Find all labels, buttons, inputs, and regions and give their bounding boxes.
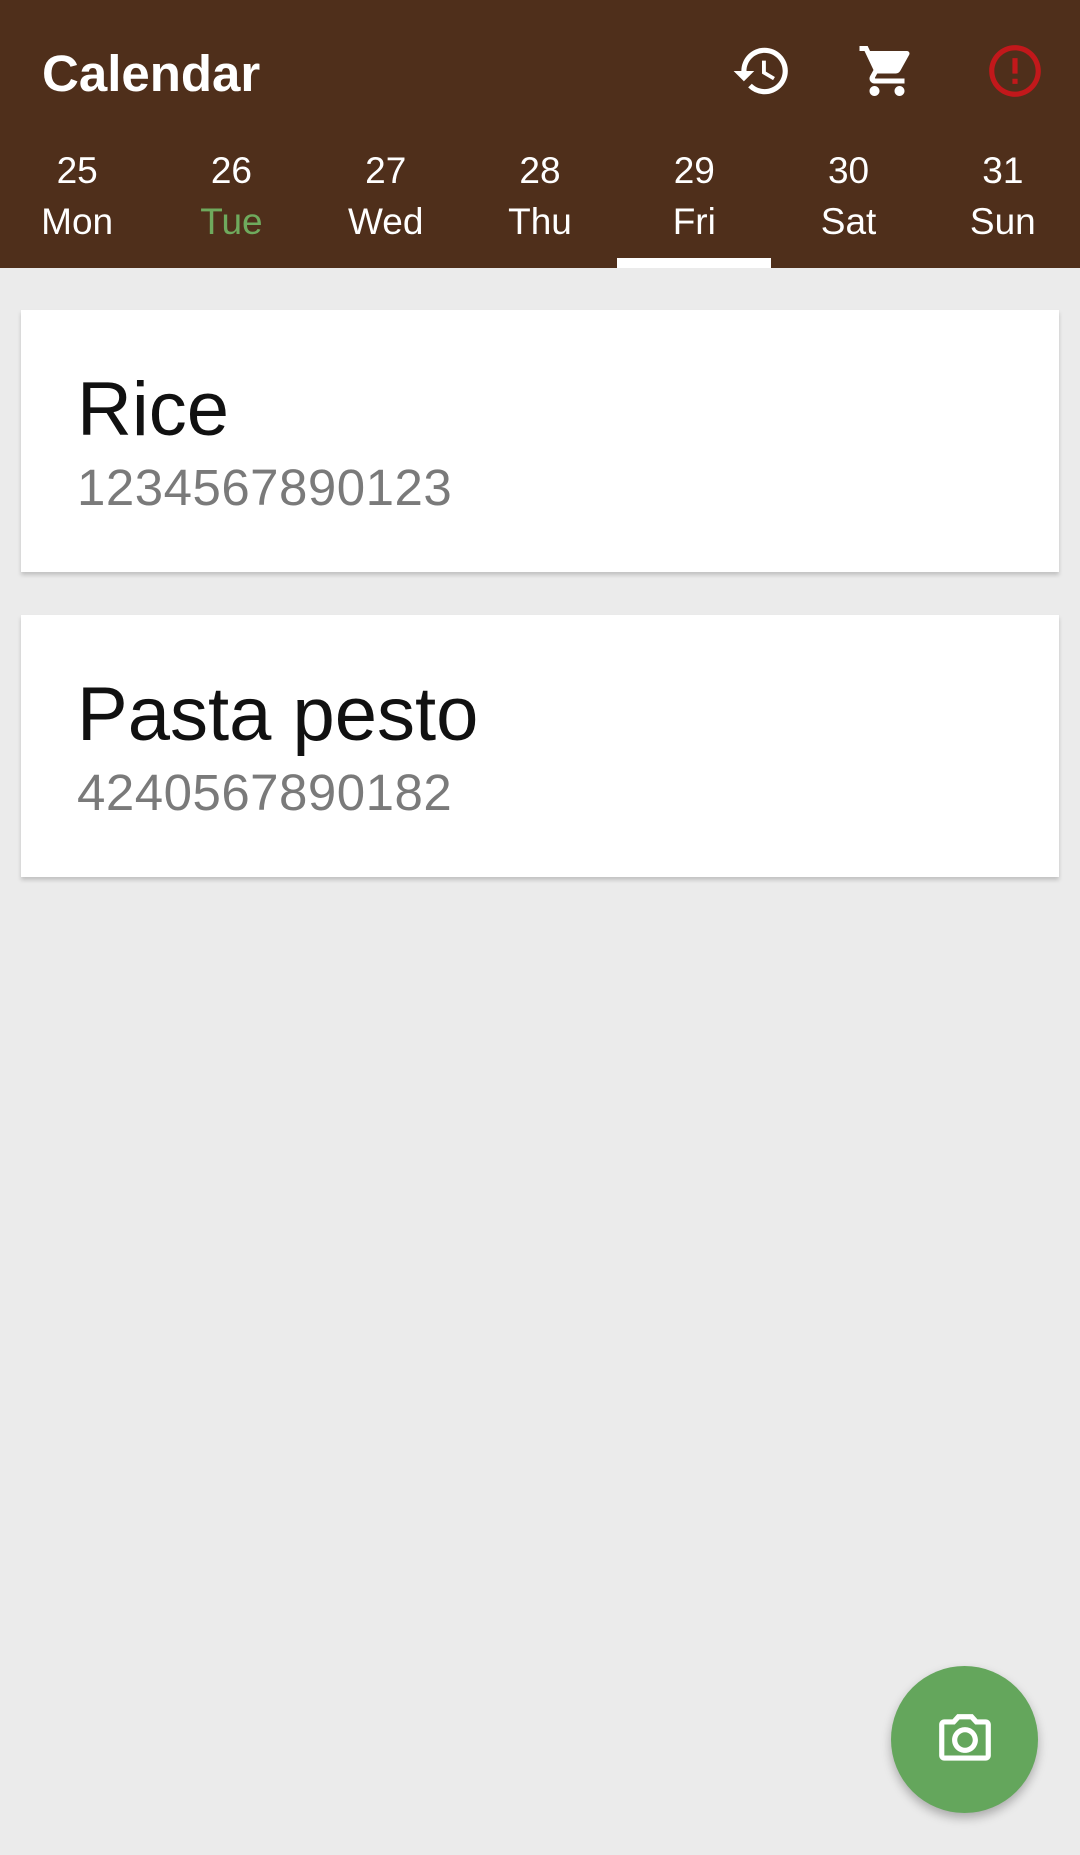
tab-weekday: Fri <box>672 201 716 242</box>
list-item[interactable]: Rice 1234567890123 <box>21 310 1059 572</box>
tab-day-25[interactable]: 25 Mon <box>0 140 154 268</box>
history-button[interactable] <box>726 38 798 104</box>
page-title: Calendar <box>42 45 261 102</box>
camera-icon <box>938 1713 991 1761</box>
shopping-cart-button[interactable] <box>851 38 923 104</box>
tab-weekday: Tue <box>200 201 263 242</box>
tab-day-28[interactable]: 28 Thu <box>463 140 617 268</box>
tab-date: 27 <box>365 150 407 191</box>
item-barcode: 4240567890182 <box>77 764 453 821</box>
item-name: Pasta pesto <box>77 672 479 757</box>
tab-day-30[interactable]: 30 Sat <box>771 140 925 268</box>
tab-selected-indicator <box>617 258 772 268</box>
tab-date: 29 <box>673 150 715 191</box>
tab-weekday: Mon <box>41 201 114 242</box>
item-name: Rice <box>77 367 230 452</box>
day-tabs: 25 Mon 26 Tue 27 Wed 28 Thu 29 Fri 30 Sa… <box>0 140 1080 268</box>
tab-day-26[interactable]: 26 Tue <box>154 140 308 268</box>
tab-weekday: Wed <box>347 201 424 242</box>
tab-weekday: Sat <box>820 201 877 242</box>
error-alert-icon <box>989 45 1041 97</box>
tab-date: 30 <box>827 150 870 191</box>
app-screen: Calendar 25 Mon 26 Tue 27 Wed 28 Thu 29 … <box>0 0 1080 1855</box>
shopping-cart-icon <box>859 46 910 96</box>
history-icon <box>733 47 788 95</box>
list-item[interactable]: Pasta pesto 4240567890182 <box>21 615 1059 877</box>
tab-date: 31 <box>982 150 1024 191</box>
tab-day-29[interactable]: 29 Fri <box>617 140 772 268</box>
app-bar: Calendar 25 Mon 26 Tue 27 Wed 28 Thu 29 … <box>0 0 1080 268</box>
item-barcode: 1234567890123 <box>77 459 453 516</box>
tab-day-31[interactable]: 31 Sun <box>926 140 1080 268</box>
tab-date: 25 <box>56 150 98 191</box>
tab-date: 28 <box>519 150 561 191</box>
tab-day-27[interactable]: 27 Wed <box>309 140 463 268</box>
error-alert-button[interactable] <box>979 38 1051 104</box>
tab-date: 26 <box>210 150 252 191</box>
tab-weekday: Sun <box>969 201 1036 242</box>
camera-fab-button[interactable] <box>891 1666 1038 1813</box>
tab-weekday: Thu <box>508 201 572 242</box>
